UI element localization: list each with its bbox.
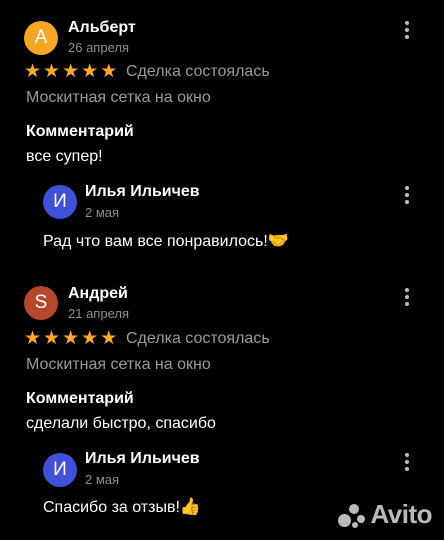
more-options-icon[interactable] (399, 21, 415, 39)
star-icon: ★ (100, 61, 118, 82)
star-icon: ★ (24, 61, 42, 82)
star-icon: ★ (62, 328, 80, 349)
reply-text: Спасибо за отзыв!👍 (43, 497, 201, 517)
avito-watermark: Avito (338, 499, 432, 530)
author-name[interactable]: Андрей (68, 285, 128, 303)
reply-date: 2 мая (85, 205, 120, 220)
avatar-letter: А (34, 27, 48, 48)
star-icon: ★ (24, 328, 42, 349)
review-date: 26 апреля (68, 40, 129, 55)
author-name[interactable]: Альберт (68, 19, 136, 37)
handshake-icon: 🤝 (267, 231, 289, 250)
avatar[interactable]: S (24, 286, 58, 320)
comment-title: Комментарий (26, 390, 134, 407)
deal-status: Сделка состоялась (126, 330, 270, 347)
star-icon: ★ (62, 61, 80, 82)
reply-author-name: Илья Ильичев (85, 183, 200, 200)
avito-wordmark: Avito (370, 499, 432, 529)
star-icon: ★ (43, 61, 61, 82)
reply-author-name: Илья Ильичев (85, 450, 200, 467)
star-icon: ★ (81, 328, 99, 349)
avatar[interactable]: А (24, 21, 58, 55)
avatar-letter: И (53, 191, 67, 212)
avatar-letter: S (34, 292, 48, 313)
star-icon: ★ (43, 328, 61, 349)
avito-logo-icon (338, 502, 366, 528)
avatar-letter: И (53, 459, 67, 480)
comment-text: сделали быстро, спасибо (26, 415, 216, 432)
rating-stars: ★ ★ ★ ★ ★ (24, 62, 117, 82)
review-date: 21 апреля (68, 306, 129, 321)
reply-more-options-icon[interactable] (399, 453, 415, 471)
rating-stars: ★ ★ ★ ★ ★ (24, 329, 117, 349)
product-name[interactable]: Москитная сетка на окно (26, 89, 211, 107)
product-name[interactable]: Москитная сетка на окно (26, 356, 211, 374)
reply-avatar: И (43, 185, 77, 219)
reply-text-body: Рад что вам все понравилось! (43, 233, 268, 250)
reply-date: 2 мая (85, 472, 120, 487)
comment-title: Комментарий (26, 123, 134, 140)
thumbs-up-icon: 👍 (179, 497, 202, 516)
reply-more-options-icon[interactable] (399, 186, 415, 204)
comment-text: все супер! (26, 148, 103, 165)
star-icon: ★ (81, 61, 99, 82)
reply-text: Рад что вам все понравилось!🤝 (43, 231, 289, 251)
star-icon: ★ (100, 328, 118, 349)
reply-avatar: И (43, 453, 77, 487)
reply-text-body: Спасибо за отзыв! (43, 499, 180, 516)
review-card: А Альберт 26 апреля ★ ★ ★ ★ ★ Сделка сос… (0, 0, 444, 270)
deal-status: Сделка состоялась (126, 63, 270, 80)
more-options-icon[interactable] (399, 288, 415, 306)
